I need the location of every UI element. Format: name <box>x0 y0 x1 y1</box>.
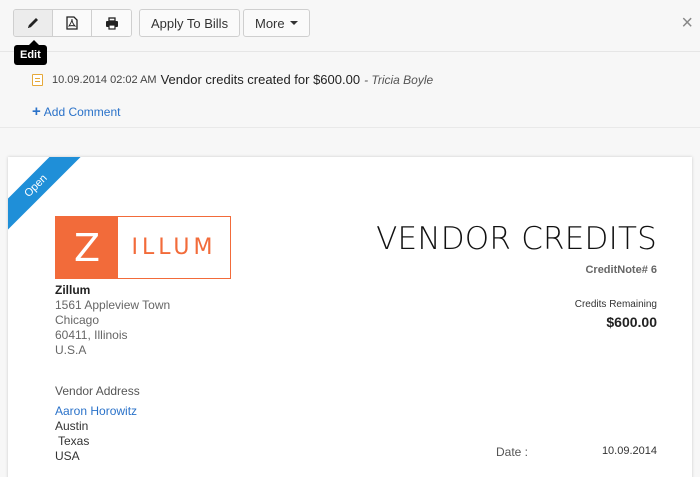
section-divider <box>0 127 700 128</box>
pencil-icon <box>28 18 38 28</box>
toolbar: Apply To Bills More × <box>0 0 700 52</box>
pdf-icon <box>66 16 78 30</box>
credits-remaining-value: $600.00 <box>606 314 657 330</box>
document-title: VENDOR CREDITS <box>376 221 657 257</box>
company-logo: Z ILLUM <box>55 216 231 279</box>
printer-icon <box>105 16 118 30</box>
apply-to-bills-button[interactable]: Apply To Bills <box>139 9 241 37</box>
plus-icon: + <box>32 103 41 120</box>
pdf-button[interactable] <box>53 10 92 36</box>
apply-to-bills-label: Apply To Bills <box>151 15 229 31</box>
org-country: U.S.A <box>55 343 87 357</box>
org-zip-state: 60411, Illinois <box>55 328 128 342</box>
caret-down-icon <box>289 21 298 25</box>
action-button-group <box>13 9 132 37</box>
credits-remaining-label: Credits Remaining <box>574 299 657 310</box>
edit-button[interactable] <box>14 10 53 36</box>
note-icon <box>32 73 43 86</box>
activity-message: Vendor credits created for $600.00 <box>160 72 361 87</box>
logo-mark: Z <box>56 217 118 278</box>
org-street: 1561 Appleview Town <box>55 298 171 312</box>
logo-wordmark: ILLUM <box>131 235 217 260</box>
close-icon[interactable]: × <box>681 13 693 33</box>
vendor-credit-document: Open Z ILLUM Zillum 1561 Appleview Town … <box>8 157 692 477</box>
add-comment-link[interactable]: + Add Comment <box>32 103 120 120</box>
org-name: Zillum <box>55 283 91 297</box>
vendor-address-heading: Vendor Address <box>55 384 140 398</box>
date-value: 10.09.2014 <box>601 445 657 457</box>
print-button[interactable] <box>92 10 131 36</box>
organization-address: Zillum 1561 Appleview Town Chicago 60411… <box>55 283 170 358</box>
more-label: More <box>255 15 285 31</box>
date-label: Date : <box>496 445 529 459</box>
vendor-address: Aaron Horowitz Austin Texas USA <box>55 404 137 464</box>
activity-timestamp: 10.09.2014 02:02 AM <box>52 73 157 86</box>
org-city: Chicago <box>55 313 100 327</box>
vendor-city: Austin <box>55 419 89 433</box>
vendor-state: Texas <box>58 434 90 448</box>
add-comment-label: Add Comment <box>43 105 121 119</box>
activity-author: - Tricia Boyle <box>364 72 434 87</box>
activity-entry: 10.09.2014 02:02 AM Vendor credits creat… <box>32 72 433 87</box>
vendor-country: USA <box>55 449 80 463</box>
more-dropdown-button[interactable]: More <box>243 9 310 37</box>
edit-tooltip: Edit <box>14 40 47 65</box>
vendor-name-link[interactable]: Aaron Horowitz <box>55 404 137 419</box>
credit-note-number: CreditNote# 6 <box>585 264 657 276</box>
